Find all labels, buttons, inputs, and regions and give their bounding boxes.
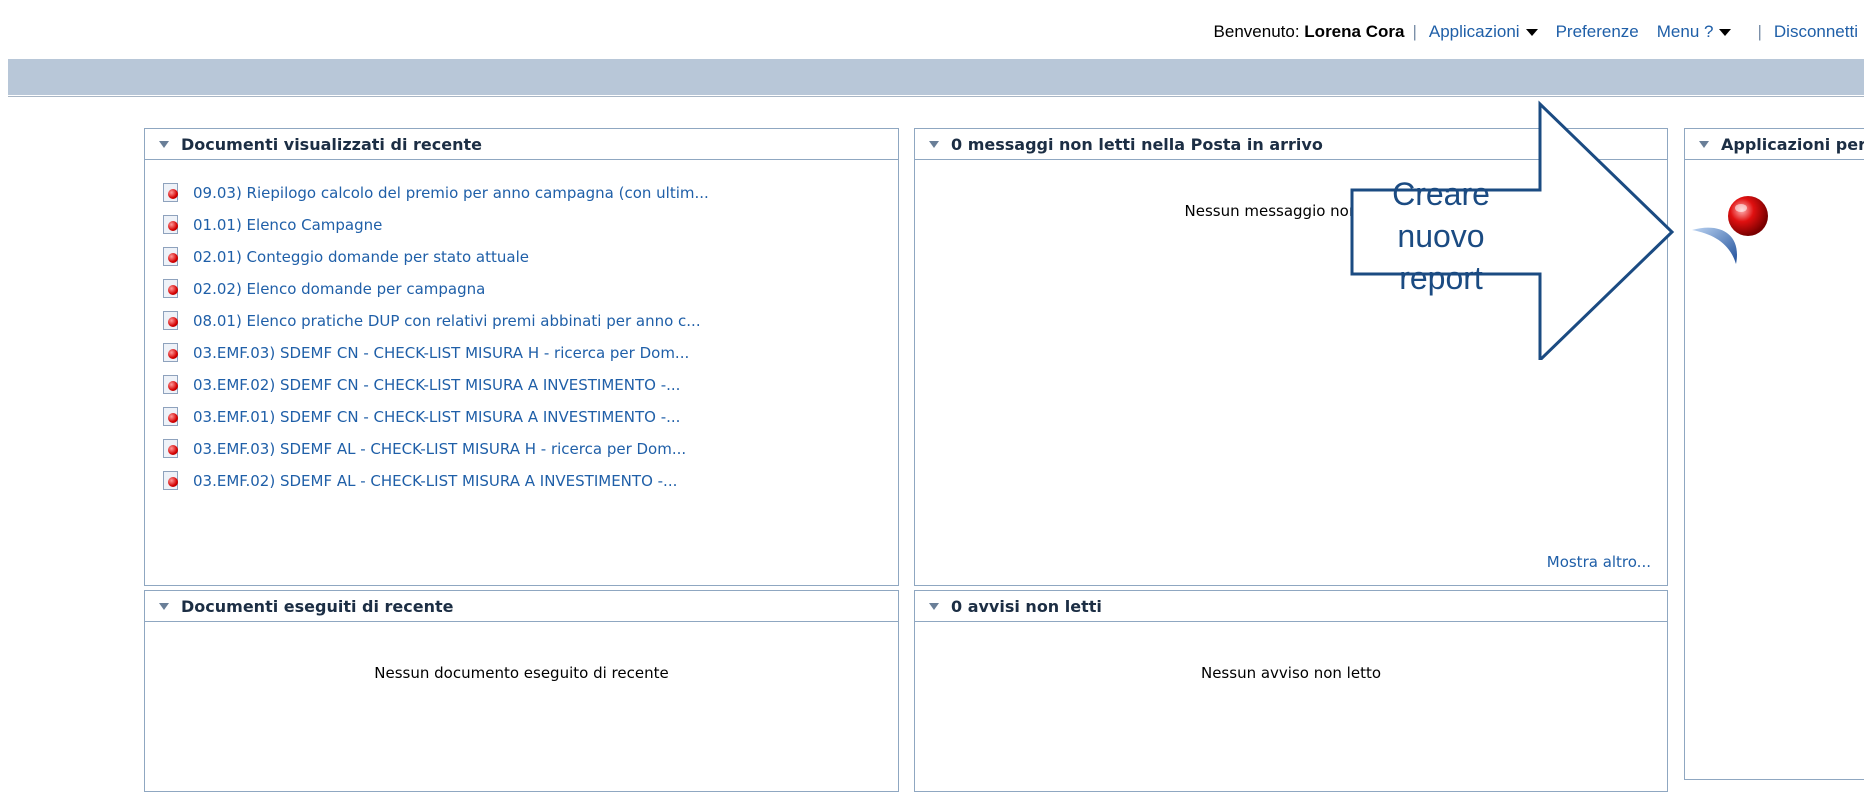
welcome-label: Benvenuto: [1213, 22, 1300, 41]
header-divider [8, 96, 1864, 97]
collapse-triangle-icon[interactable] [1699, 140, 1709, 148]
document-link[interactable]: 02.01) Conteggio domande per stato attua… [193, 248, 529, 266]
document-link[interactable]: 02.02) Elenco domande per campagna [193, 280, 485, 298]
user-menu-row: Benvenuto: Lorena Cora | Applicazioni Pr… [1214, 22, 1858, 42]
panel-header[interactable]: Applicazioni personal [1685, 129, 1864, 160]
callout-line-2: report [1399, 260, 1483, 296]
caret-down-icon [1525, 28, 1538, 36]
list-item[interactable]: 03.EMF.03) SDEMF CN - CHECK-LIST MISURA … [163, 337, 709, 369]
top-bar: Benvenuto: Lorena Cora | Applicazioni Pr… [0, 0, 1864, 60]
list-item[interactable]: 02.01) Conteggio domande per stato attua… [163, 241, 709, 273]
list-item[interactable]: 09.03) Riepilogo calcolo del premio per … [163, 177, 709, 209]
show-more-link[interactable]: Mostra altro... [1547, 553, 1651, 571]
collapse-triangle-icon[interactable] [929, 140, 939, 148]
document-link[interactable]: 01.01) Elenco Campagne [193, 216, 382, 234]
list-item[interactable]: 03.EMF.02) SDEMF CN - CHECK-LIST MISURA … [163, 369, 709, 401]
report-document-icon [163, 343, 181, 363]
logout-link[interactable]: Disconnetti [1774, 22, 1858, 42]
document-link[interactable]: 03.EMF.02) SDEMF CN - CHECK-LIST MISURA … [193, 376, 680, 394]
panel-title: Documenti eseguiti di recente [181, 596, 454, 616]
report-application-icon[interactable] [1690, 192, 1780, 272]
report-document-icon [163, 279, 181, 299]
list-item[interactable]: 02.02) Elenco domande per campagna [163, 273, 709, 305]
help-label: Menu ? [1656, 22, 1714, 41]
empty-message: Nessun documento eseguito di recente [374, 664, 669, 682]
empty-message: Nessun avviso non letto [1200, 664, 1382, 682]
document-link[interactable]: 03.EMF.03) SDEMF AL - CHECK-LIST MISURA … [193, 440, 686, 458]
report-document-icon [163, 215, 181, 235]
header-bar [8, 59, 1864, 95]
report-document-icon [163, 439, 181, 459]
report-document-icon [163, 375, 181, 395]
panel-title: Documenti visualizzati di recente [181, 134, 482, 154]
report-document-icon [163, 311, 181, 331]
separator: | [1412, 22, 1417, 41]
panel-title: 0 avvisi non letti [951, 596, 1102, 616]
welcome-text: Benvenuto: Lorena Cora [1214, 22, 1405, 42]
callout-line-1: Creare nuovo [1392, 176, 1490, 254]
report-document-icon [163, 407, 181, 427]
report-document-icon [163, 247, 181, 267]
report-document-icon [163, 183, 181, 203]
list-item[interactable]: 01.01) Elenco Campagne [163, 209, 709, 241]
report-document-icon [163, 471, 181, 491]
panel-header[interactable]: Documenti eseguiti di recente [145, 591, 898, 622]
panel-header[interactable]: 0 avvisi non letti [915, 591, 1667, 622]
separator: | [1757, 22, 1762, 41]
recent-viewed-panel: Documenti visualizzati di recente 09.03)… [144, 128, 899, 586]
applications-label: Applicazioni [1428, 22, 1520, 41]
list-item[interactable]: 08.01) Elenco pratiche DUP con relativi … [163, 305, 709, 337]
list-item[interactable]: 03.EMF.03) SDEMF AL - CHECK-LIST MISURA … [163, 433, 709, 465]
recent-executed-panel: Documenti eseguiti di recente Nessun doc… [144, 590, 899, 792]
callout-label: Creare nuovo report [1350, 173, 1532, 299]
help-menu[interactable]: Menu ? [1657, 22, 1732, 42]
list-item[interactable]: 03.EMF.02) SDEMF AL - CHECK-LIST MISURA … [163, 465, 709, 497]
applications-menu[interactable]: Applicazioni [1429, 22, 1538, 42]
document-link[interactable]: 03.EMF.03) SDEMF CN - CHECK-LIST MISURA … [193, 344, 689, 362]
recent-viewed-list: 09.03) Riepilogo calcolo del premio per … [163, 177, 709, 497]
user-name: Lorena Cora [1304, 22, 1405, 41]
caret-down-icon [1719, 28, 1732, 36]
document-link[interactable]: 03.EMF.01) SDEMF CN - CHECK-LIST MISURA … [193, 408, 680, 426]
alerts-panel: 0 avvisi non letti Nessun avviso non let… [914, 590, 1668, 792]
panel-header[interactable]: Documenti visualizzati di recente [145, 129, 898, 160]
collapse-triangle-icon[interactable] [159, 602, 169, 610]
collapse-triangle-icon[interactable] [159, 140, 169, 148]
collapse-triangle-icon[interactable] [929, 602, 939, 610]
preferences-link[interactable]: Preferenze [1556, 22, 1639, 42]
panel-title: Applicazioni personal [1721, 134, 1864, 154]
list-item[interactable]: 03.EMF.01) SDEMF CN - CHECK-LIST MISURA … [163, 401, 709, 433]
document-link[interactable]: 09.03) Riepilogo calcolo del premio per … [193, 184, 709, 202]
panel-title: 0 messaggi non letti nella Posta in arri… [951, 134, 1323, 154]
document-link[interactable]: 03.EMF.02) SDEMF AL - CHECK-LIST MISURA … [193, 472, 677, 490]
document-link[interactable]: 08.01) Elenco pratiche DUP con relativi … [193, 312, 701, 330]
